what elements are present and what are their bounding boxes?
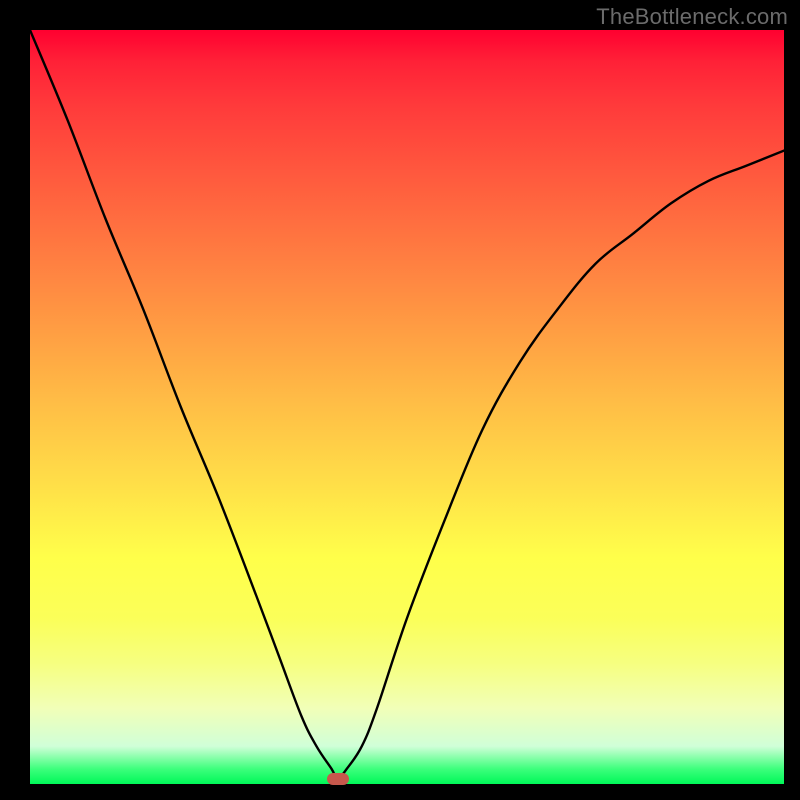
watermark-text: TheBottleneck.com — [596, 4, 788, 30]
curve-svg — [30, 30, 784, 784]
chart-frame: TheBottleneck.com — [0, 0, 800, 800]
bottleneck-curve — [30, 30, 784, 779]
minimum-marker — [327, 773, 349, 785]
plot-area — [30, 30, 784, 784]
